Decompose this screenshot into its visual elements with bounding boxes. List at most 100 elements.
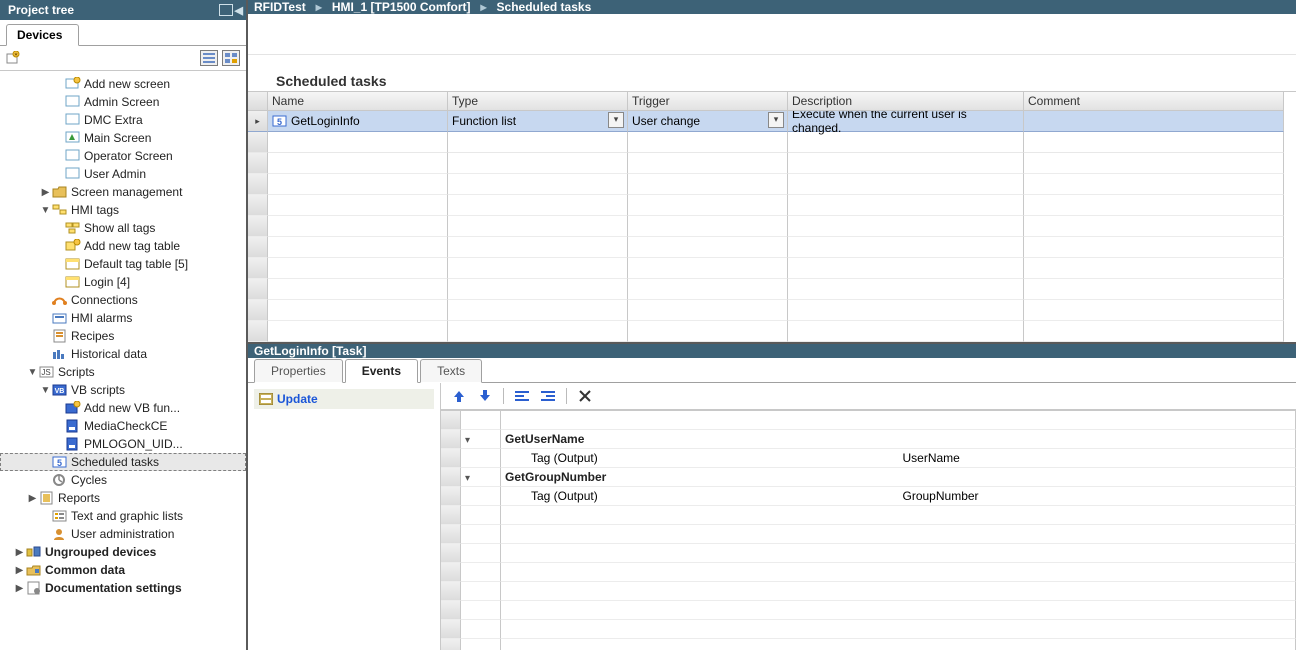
tree-item[interactable]: ▼HMI tags [0, 201, 246, 219]
param-value[interactable]: UserName [899, 449, 1296, 468]
param-name[interactable]: Tag (Output) [501, 487, 899, 506]
tree-item[interactable]: ▶ Ungrouped devices [0, 543, 246, 561]
tree-item[interactable]: ▼VBVB scripts [0, 381, 246, 399]
screen-icon [65, 149, 81, 163]
tree-item[interactable]: Historical data [0, 345, 246, 363]
tree-item[interactable]: PMLOGON_UID... [0, 435, 246, 453]
tree-item-label: Ungrouped devices [45, 545, 156, 559]
param-value[interactable]: GroupNumber [899, 487, 1296, 506]
indent-icon[interactable] [540, 388, 556, 404]
folder-icon [52, 185, 68, 199]
row-header[interactable] [248, 111, 268, 132]
function-name[interactable]: GetUserName [501, 430, 899, 449]
cell-description[interactable]: Execute when the current user is changed… [788, 111, 1024, 132]
function-value [899, 468, 1296, 487]
tree-item[interactable]: ▶Reports [0, 489, 246, 507]
tree-item[interactable]: Show all tags [0, 219, 246, 237]
tab-label: Events [362, 364, 401, 378]
tree-twist-icon[interactable]: ▶ [13, 583, 26, 594]
tree-item[interactable]: Main Screen [0, 129, 246, 147]
tab-properties[interactable]: Properties [254, 359, 343, 383]
cell-trigger[interactable]: User change [628, 111, 788, 132]
tree-item[interactable]: Connections [0, 291, 246, 309]
move-up-icon[interactable] [451, 388, 467, 404]
delete-icon[interactable] [577, 388, 593, 404]
tree-twist-icon[interactable]: ▶ [13, 547, 26, 558]
col-type[interactable]: Type [448, 92, 628, 111]
add-new-label[interactable] [268, 132, 448, 153]
tree-item[interactable]: User administration [0, 525, 246, 543]
tree-item[interactable]: Default tag table [5] [0, 255, 246, 273]
func-row-header[interactable] [441, 430, 461, 449]
tree-item[interactable]: Add new screen [0, 75, 246, 93]
tree-twist-icon[interactable]: ▼ [39, 205, 52, 216]
view-tree-icon[interactable] [222, 50, 240, 66]
cell-name[interactable]: 5GetLoginInfo [268, 111, 448, 132]
tree-item-label: User Admin [84, 167, 146, 181]
tree-item[interactable]: Cycles [0, 471, 246, 489]
tree-item[interactable]: Login [4] [0, 273, 246, 291]
function-name[interactable]: GetGroupNumber [501, 468, 899, 487]
add-function-label[interactable] [501, 506, 899, 525]
param-name[interactable]: Tag (Output) [501, 449, 899, 468]
task-add-row[interactable] [248, 132, 1296, 153]
view-list-icon[interactable] [200, 50, 218, 66]
vb-new-icon [65, 401, 81, 415]
tree-twist-icon[interactable]: ▼ [26, 367, 39, 378]
event-update[interactable]: Update [254, 389, 434, 409]
breadcrumb-part[interactable]: RFIDTest [254, 0, 306, 14]
tree-item-label: Cycles [71, 473, 107, 487]
tree-twist-icon[interactable]: ▶ [13, 565, 26, 576]
tree-item[interactable]: Add new VB fun... [0, 399, 246, 417]
tree-item[interactable]: Recipes [0, 327, 246, 345]
tree-item[interactable]: 5Scheduled tasks [0, 453, 246, 471]
alarm-icon [52, 311, 68, 325]
col-trigger[interactable]: Trigger [628, 92, 788, 111]
tree-item[interactable]: ▶Common data [0, 561, 246, 579]
tree-item[interactable]: ▼JSScripts [0, 363, 246, 381]
tree-item-label: Recipes [71, 329, 114, 343]
tree-item[interactable]: Add new tag table [0, 237, 246, 255]
scheduled-tasks-grid[interactable]: Name Type Trigger Description Comment 5G… [248, 91, 1296, 342]
devices-tab[interactable]: Devices [6, 24, 79, 46]
tree-item[interactable]: ▶Screen management [0, 183, 246, 201]
func-twist[interactable] [461, 468, 501, 487]
cell-type[interactable]: Function list [448, 111, 628, 132]
tree-twist-icon[interactable]: ▼ [39, 385, 52, 396]
col-comment[interactable]: Comment [1024, 92, 1284, 111]
add-item-icon[interactable]: ✶ [6, 51, 20, 65]
col-description[interactable]: Description [788, 92, 1024, 111]
tree-item[interactable]: DMC Extra [0, 111, 246, 129]
func-row-header[interactable] [441, 468, 461, 487]
cell-comment[interactable] [1024, 111, 1284, 132]
tree-item[interactable]: ▶Documentation settings [0, 579, 246, 597]
tree-item[interactable]: HMI alarms [0, 309, 246, 327]
breadcrumb-part[interactable]: HMI_1 [TP1500 Comfort] [332, 0, 471, 14]
outdent-icon[interactable] [514, 388, 530, 404]
tree-item-label: DMC Extra [84, 113, 143, 127]
tab-events[interactable]: Events [345, 359, 418, 383]
tree-twist-icon[interactable]: ▶ [26, 493, 39, 504]
breadcrumb-part[interactable]: Scheduled tasks [497, 0, 592, 14]
tree-item-label: PMLOGON_UID... [84, 437, 183, 451]
task-icon: 5 [272, 114, 288, 128]
pane-collapse-icon[interactable]: ◀ [235, 4, 243, 17]
tree-item[interactable]: User Admin [0, 165, 246, 183]
tree-item[interactable]: MediaCheckCE [0, 417, 246, 435]
task-row[interactable]: 5GetLoginInfoFunction listUser changeExe… [248, 111, 1296, 132]
tab-texts[interactable]: Texts [420, 359, 482, 383]
tree-item[interactable]: Text and graphic lists [0, 507, 246, 525]
main-pane: RFIDTest ▸ HMI_1 [TP1500 Comfort] ▸ Sche… [248, 0, 1296, 650]
function-list-grid[interactable]: GetUserNameTag (Output)UserNameGetGroupN… [441, 410, 1296, 650]
project-tree[interactable]: Add new screenAdmin Screen DMC Extra Main … [0, 71, 246, 650]
tree-item[interactable]: Operator Screen [0, 147, 246, 165]
col-name[interactable]: Name [268, 92, 448, 111]
tree-twist-icon[interactable]: ▶ [39, 187, 52, 198]
events-function-area: GetUserNameTag (Output)UserNameGetGroupN… [441, 383, 1296, 650]
func-twist[interactable] [461, 430, 501, 449]
move-down-icon[interactable] [477, 388, 493, 404]
tree-item[interactable]: Admin Screen [0, 93, 246, 111]
tree-item-label: Scripts [58, 365, 95, 379]
svg-text:VB: VB [55, 388, 65, 395]
pane-layout-icon[interactable] [219, 4, 233, 16]
